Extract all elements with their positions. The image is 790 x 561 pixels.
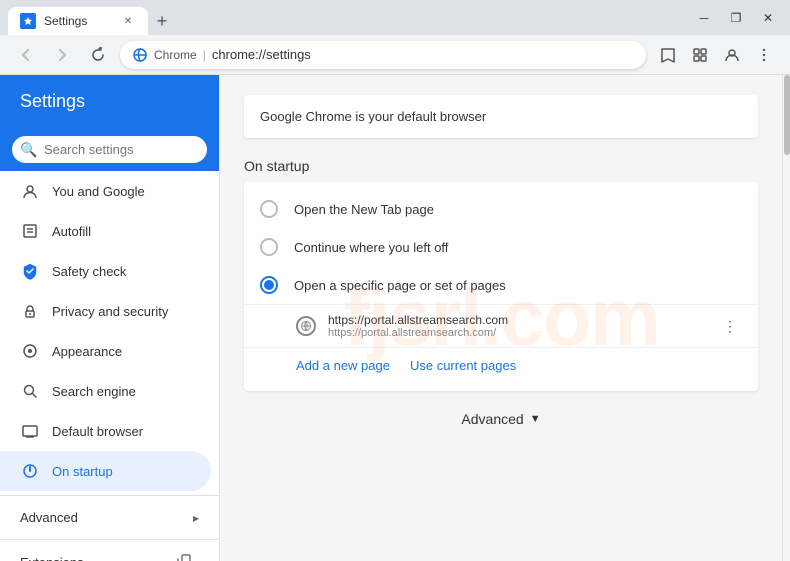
radio-circle-continue <box>260 238 278 256</box>
radio-circle-new-tab <box>260 200 278 218</box>
appearance-icon <box>20 341 40 361</box>
address-separator: | <box>203 48 206 62</box>
extensions-label: Extensions <box>20 555 84 561</box>
sidebar-item-autofill[interactable]: Autofill <box>0 211 211 251</box>
sidebar-divider-2 <box>0 539 219 540</box>
browser-icon <box>20 421 40 441</box>
startup-actions: Add a new page Use current pages <box>244 347 758 383</box>
advanced-label: Advanced <box>20 510 78 525</box>
sidebar-header: Settings <box>0 75 219 128</box>
title-bar: Settings ✕ + ─ ❐ ✕ <box>0 0 790 35</box>
sidebar-item-appearance[interactable]: Appearance <box>0 331 211 371</box>
scrollbar[interactable] <box>782 75 790 561</box>
sidebar-divider <box>0 495 219 496</box>
tab-title: Settings <box>44 14 112 28</box>
advanced-section[interactable]: Advanced ▼ <box>244 411 758 427</box>
url-menu-icon: ⋮ <box>723 318 737 335</box>
sidebar-item-label: Appearance <box>52 344 122 359</box>
add-new-page-link[interactable]: Add a new page <box>296 358 390 373</box>
sidebar-item-label: Search engine <box>52 384 136 399</box>
startup-icon <box>20 461 40 481</box>
sidebar-item-label: Safety check <box>52 264 126 279</box>
shield-icon <box>20 261 40 281</box>
minimize-button[interactable]: ─ <box>690 4 718 32</box>
sidebar-item-label: On startup <box>52 464 113 479</box>
sidebar-search-area: 🔍 <box>0 128 219 171</box>
forward-button[interactable] <box>48 41 76 69</box>
advanced-arrow-icon: ▼ <box>530 413 541 425</box>
advanced-text: Advanced <box>461 411 523 427</box>
site-name: Chrome <box>154 48 197 62</box>
url-menu-button[interactable]: ⋮ <box>718 314 742 338</box>
scrollbar-thumb[interactable] <box>784 75 790 155</box>
sidebar-item-search-engine[interactable]: Search engine <box>0 371 211 411</box>
use-current-pages-link[interactable]: Use current pages <box>410 358 516 373</box>
sidebar-item-on-startup[interactable]: On startup <box>0 451 211 491</box>
sidebar-advanced-expand[interactable]: Advanced ▸ <box>0 500 219 535</box>
radio-new-tab-label: Open the New Tab page <box>294 202 434 217</box>
search-wrap: 🔍 <box>12 136 207 163</box>
sidebar-item-label: Default browser <box>52 424 143 439</box>
sidebar-item-you-and-google[interactable]: You and Google <box>0 171 211 211</box>
url-main: https://portal.allstreamsearch.com <box>328 313 706 327</box>
radio-continue[interactable]: Continue where you left off <box>244 228 758 266</box>
bookmark-icon[interactable] <box>654 41 682 69</box>
url-text: https://portal.allstreamsearch.com https… <box>328 313 706 339</box>
radio-specific-page-label: Open a specific page or set of pages <box>294 278 506 293</box>
external-link-icon <box>177 554 191 561</box>
startup-card: Open the New Tab page Continue where you… <box>244 182 758 391</box>
globe-icon <box>296 316 316 336</box>
sidebar-item-extensions[interactable]: Extensions <box>0 544 211 561</box>
restore-button[interactable]: ❐ <box>722 4 750 32</box>
reload-button[interactable] <box>84 41 112 69</box>
main-layout: Settings 🔍 You and Google Autofill Saf <box>0 75 790 561</box>
url-sub: https://portal.allstreamsearch.com/ <box>328 327 706 339</box>
default-browser-banner: Google Chrome is your default browser <box>244 95 758 138</box>
sidebar-item-label: Privacy and security <box>52 304 168 319</box>
tab-close-button[interactable]: ✕ <box>120 13 136 29</box>
lock-icon <box>20 301 40 321</box>
close-button[interactable]: ✕ <box>754 4 782 32</box>
tab-area: Settings ✕ + <box>8 0 690 35</box>
expand-arrow-icon: ▸ <box>193 511 199 525</box>
user-icon <box>20 181 40 201</box>
sidebar-item-privacy-security[interactable]: Privacy and security <box>0 291 211 331</box>
search-input[interactable] <box>12 136 207 163</box>
search-icon: 🔍 <box>20 141 37 158</box>
default-browser-text: Google Chrome is your default browser <box>260 109 486 124</box>
address-text: chrome://settings <box>212 47 311 62</box>
radio-continue-label: Continue where you left off <box>294 240 448 255</box>
omnibox[interactable]: Chrome | chrome://settings <box>120 41 646 69</box>
sidebar-title: Settings <box>20 91 85 111</box>
address-bar: Chrome | chrome://settings <box>0 35 790 75</box>
menu-icon[interactable] <box>750 41 778 69</box>
tab-favicon <box>20 13 36 29</box>
radio-specific-page[interactable]: Open a specific page or set of pages <box>244 266 758 304</box>
window-controls: ─ ❐ ✕ <box>690 4 782 32</box>
sidebar-item-label: You and Google <box>52 184 145 199</box>
account-icon[interactable] <box>718 41 746 69</box>
settings-tab[interactable]: Settings ✕ <box>8 7 148 35</box>
sidebar-item-label: Autofill <box>52 224 91 239</box>
sidebar: Settings 🔍 You and Google Autofill Saf <box>0 75 220 561</box>
on-startup-title: On startup <box>244 158 758 174</box>
search-engine-icon <box>20 381 40 401</box>
startup-url-item: https://portal.allstreamsearch.com https… <box>244 304 758 347</box>
autofill-icon <box>20 221 40 241</box>
address-actions <box>654 41 778 69</box>
extension-puzzle-icon[interactable] <box>686 41 714 69</box>
back-button[interactable] <box>12 41 40 69</box>
sidebar-item-default-browser[interactable]: Default browser <box>0 411 211 451</box>
new-tab-button[interactable]: + <box>148 7 176 35</box>
radio-circle-specific-page <box>260 276 278 294</box>
content-area: fjsrl.com Google Chrome is your default … <box>220 75 782 561</box>
sidebar-item-safety-check[interactable]: Safety check <box>0 251 211 291</box>
radio-new-tab[interactable]: Open the New Tab page <box>244 190 758 228</box>
